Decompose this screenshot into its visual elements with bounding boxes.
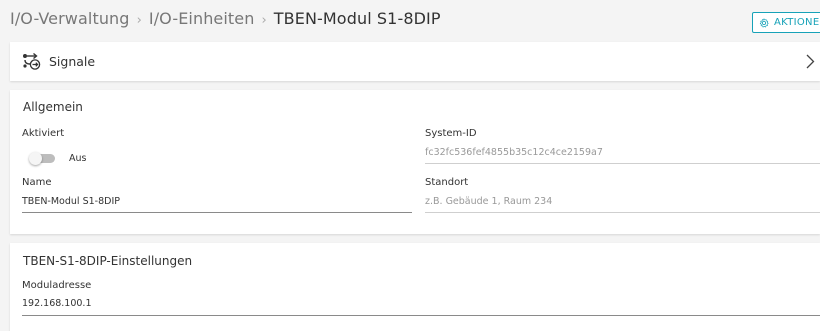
activated-label: Aktiviert: [22, 128, 65, 139]
breadcrumb-separator: ›: [136, 13, 142, 28]
actions-button[interactable]: AKTIONEN: [752, 12, 820, 33]
toggle-state-label: Aus: [69, 153, 87, 164]
page-title: TBEN-Modul S1-8DIP: [273, 9, 441, 28]
breadcrumb-item-io-management[interactable]: I/O-Verwaltung: [10, 9, 130, 28]
settings-card: TBEN-S1-8DIP-Einstellungen Moduladresse …: [10, 243, 820, 331]
location-label: Standort: [425, 177, 469, 188]
page-header: I/O-Verwaltung › I/O-Einheiten › TBEN-Modul …: [0, 0, 820, 42]
settings-card-title: TBEN-S1-8DIP-Einstellungen: [23, 254, 193, 268]
general-card: Allgemein Aktiviert Aus System-ID fc32fc…: [10, 90, 820, 234]
activated-toggle[interactable]: [29, 152, 57, 165]
module-address-field[interactable]: 192.168.100.1: [22, 298, 92, 309]
signals-label: Signale: [49, 54, 96, 69]
system-id-underline: [425, 163, 820, 164]
signals-icon: [23, 52, 41, 70]
toggle-knob: [29, 152, 42, 165]
module-address-underline: [22, 315, 820, 316]
location-underline: [425, 212, 820, 213]
breadcrumb-item-io-units[interactable]: I/O-Einheiten: [149, 9, 255, 28]
chevron-right-icon[interactable]: [805, 54, 815, 69]
name-label: Name: [22, 177, 52, 188]
signals-row[interactable]: Signale: [10, 42, 820, 81]
location-field[interactable]: z.B. Gebäude 1, Raum 234: [425, 196, 552, 207]
system-id-label: System-ID: [425, 128, 477, 139]
module-address-label: Moduladresse: [22, 280, 92, 291]
general-card-title: Allgemein: [23, 100, 83, 114]
breadcrumb-separator: ›: [261, 13, 267, 28]
system-id-value: fc32fc536fef4855b35c12c4ce2159a7: [425, 147, 603, 158]
gear-icon: [759, 17, 769, 27]
breadcrumb: I/O-Verwaltung › I/O-Einheiten › TBEN-Modul …: [10, 9, 441, 28]
name-underline: [22, 212, 412, 213]
actions-button-label: AKTIONEN: [774, 17, 820, 28]
name-field[interactable]: TBEN-Modul S1-8DIP: [22, 196, 120, 207]
